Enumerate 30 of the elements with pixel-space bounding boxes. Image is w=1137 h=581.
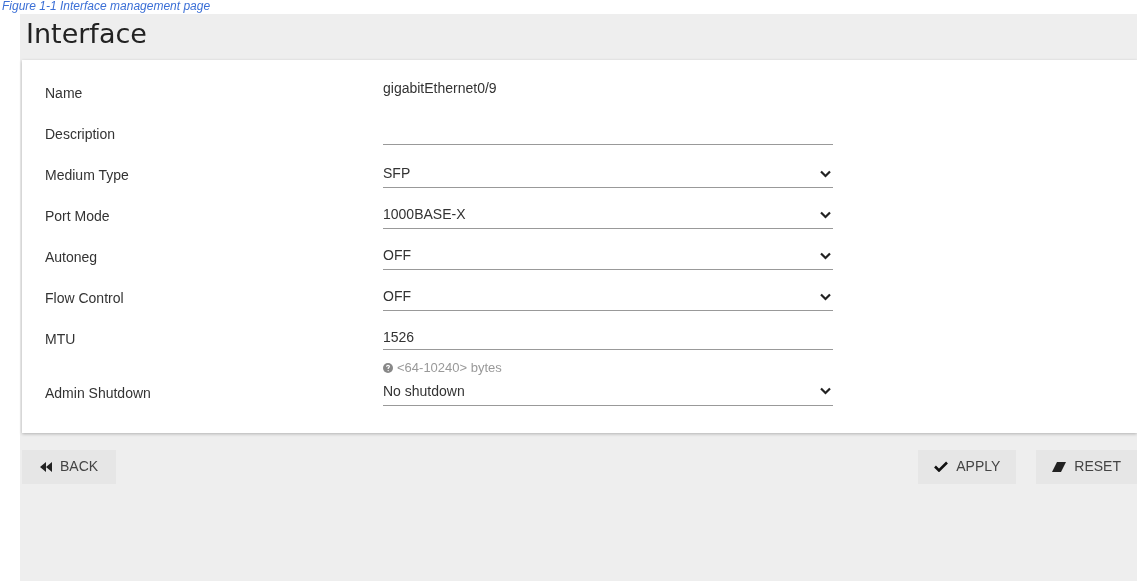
name-value: gigabitEthernet0/9 xyxy=(383,79,497,98)
help-icon xyxy=(383,362,393,373)
reset-button[interactable]: RESET xyxy=(1036,449,1137,484)
chevron-down-icon xyxy=(820,251,831,260)
select-field[interactable]: 1000BASE-X xyxy=(383,201,833,229)
chevron-down-icon xyxy=(820,169,831,178)
hint-text: <64-10240> bytes xyxy=(397,359,502,377)
apply-button[interactable]: APPLY xyxy=(918,449,1017,484)
field-label: Autoneg xyxy=(45,248,99,267)
input-field[interactable]: 1526 xyxy=(383,324,833,350)
page-title: Interface xyxy=(25,17,148,51)
field-label: Medium Type xyxy=(45,166,130,185)
figure-caption: Figure 1-1 Interface management page xyxy=(1,0,212,14)
select-field[interactable]: OFF xyxy=(383,242,833,270)
chevron-down-icon xyxy=(820,387,831,395)
rewind-icon xyxy=(40,461,52,472)
chevron-down-icon xyxy=(820,210,831,219)
field-label: MTU xyxy=(45,330,77,349)
check-icon xyxy=(934,461,949,472)
eraser-icon xyxy=(1052,461,1067,472)
select-field[interactable]: No shutdown xyxy=(383,377,833,406)
select-field[interactable]: OFF xyxy=(383,283,833,311)
field-label: Port Mode xyxy=(45,207,111,226)
field-label: Admin Shutdown xyxy=(45,383,152,403)
field-label: Name xyxy=(45,84,84,103)
field-label: Description xyxy=(45,125,117,144)
select-field[interactable]: SFP xyxy=(383,160,833,188)
back-button[interactable]: BACK xyxy=(22,449,117,484)
chevron-down-icon xyxy=(820,292,831,301)
field-label: Flow Control xyxy=(45,289,125,308)
